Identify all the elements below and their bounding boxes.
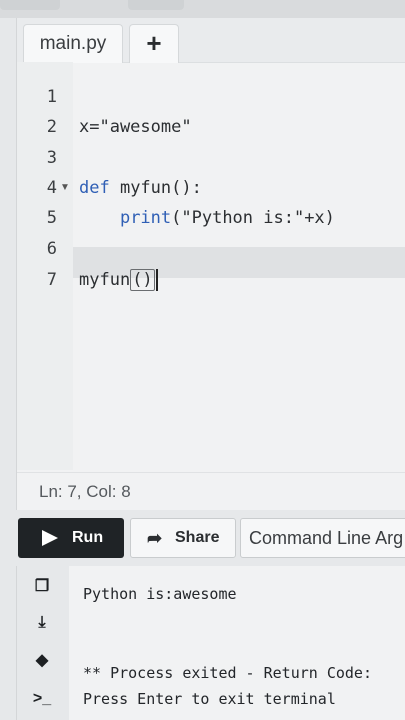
add-file-button[interactable]: +: [129, 24, 179, 63]
line-number-gutter: 1 2 3 4 ▼ 5 6 7: [17, 62, 73, 470]
tab-label: main.py: [39, 33, 107, 54]
fold-arrow-icon[interactable]: ▼: [60, 173, 70, 203]
cursor-position-status: Ln: 7, Col: 8: [17, 472, 405, 510]
terminal-line: ** Process exited - Return Code:: [83, 664, 372, 682]
plus-icon: +: [146, 28, 162, 58]
run-button[interactable]: Run: [18, 518, 124, 558]
line-number: 4: [46, 178, 57, 198]
download-icon[interactable]: ⤓: [31, 612, 53, 634]
top-tab-fragment: [128, 0, 184, 10]
code-text: ("Python is:"+x): [171, 208, 335, 228]
terminal-line: Press Enter to exit terminal: [83, 690, 336, 708]
line-number: 5: [46, 208, 57, 228]
line-number: 6: [46, 239, 57, 259]
code-text: myfun: [79, 270, 131, 290]
code-line-7: myfun(): [79, 265, 158, 295]
top-tab-fragment: [0, 0, 60, 10]
text-cursor: [155, 269, 158, 291]
line-number: 2: [46, 117, 57, 137]
matched-parens: (): [130, 269, 155, 291]
tab-main-py[interactable]: main.py: [23, 24, 123, 63]
terminal-sidebar: ❐ ⤓ ◆ >_: [17, 566, 69, 720]
action-toolbar: Run ➦ Share Command Line Arg: [0, 514, 405, 562]
editor-panel: main.py + 1 2 3 4 ▼ 5 6 7 x="awesome" de…: [16, 18, 405, 510]
code-line-2: x="awesome": [79, 112, 192, 142]
code-line-5: print("Python is:"+x): [79, 203, 335, 233]
copy-icon[interactable]: ❐: [31, 576, 53, 598]
terminal-line: Python is:awesome: [83, 585, 237, 603]
terminal-panel: ❐ ⤓ ◆ >_ Python is:awesome ** Process ex…: [16, 566, 405, 720]
line-number: 7: [46, 270, 57, 290]
play-icon: [42, 530, 58, 546]
terminal-output[interactable]: Python is:awesome ** Process exited - Re…: [83, 566, 405, 720]
share-button[interactable]: ➦ Share: [130, 518, 236, 558]
code-editor[interactable]: x="awesome" def myfun(): print("Python i…: [73, 62, 405, 470]
terminal-icon[interactable]: >_: [31, 688, 53, 710]
run-label: Run: [72, 529, 104, 546]
top-strip: [0, 0, 405, 18]
share-label: Share: [175, 529, 220, 546]
code-text: myfun():: [109, 178, 202, 198]
command-line-args-input[interactable]: Command Line Arg: [240, 518, 405, 558]
code-text: x="awesome": [79, 117, 192, 137]
line-number: 3: [46, 148, 57, 168]
file-tab-bar: main.py +: [17, 18, 405, 63]
line-number: 1: [46, 87, 57, 107]
builtin-print: print: [119, 208, 172, 228]
code-line-4: def myfun():: [79, 173, 202, 203]
eraser-icon[interactable]: ◆: [31, 650, 53, 672]
keyword-def: def: [79, 178, 110, 198]
share-arrow-icon: ➦: [147, 528, 163, 548]
